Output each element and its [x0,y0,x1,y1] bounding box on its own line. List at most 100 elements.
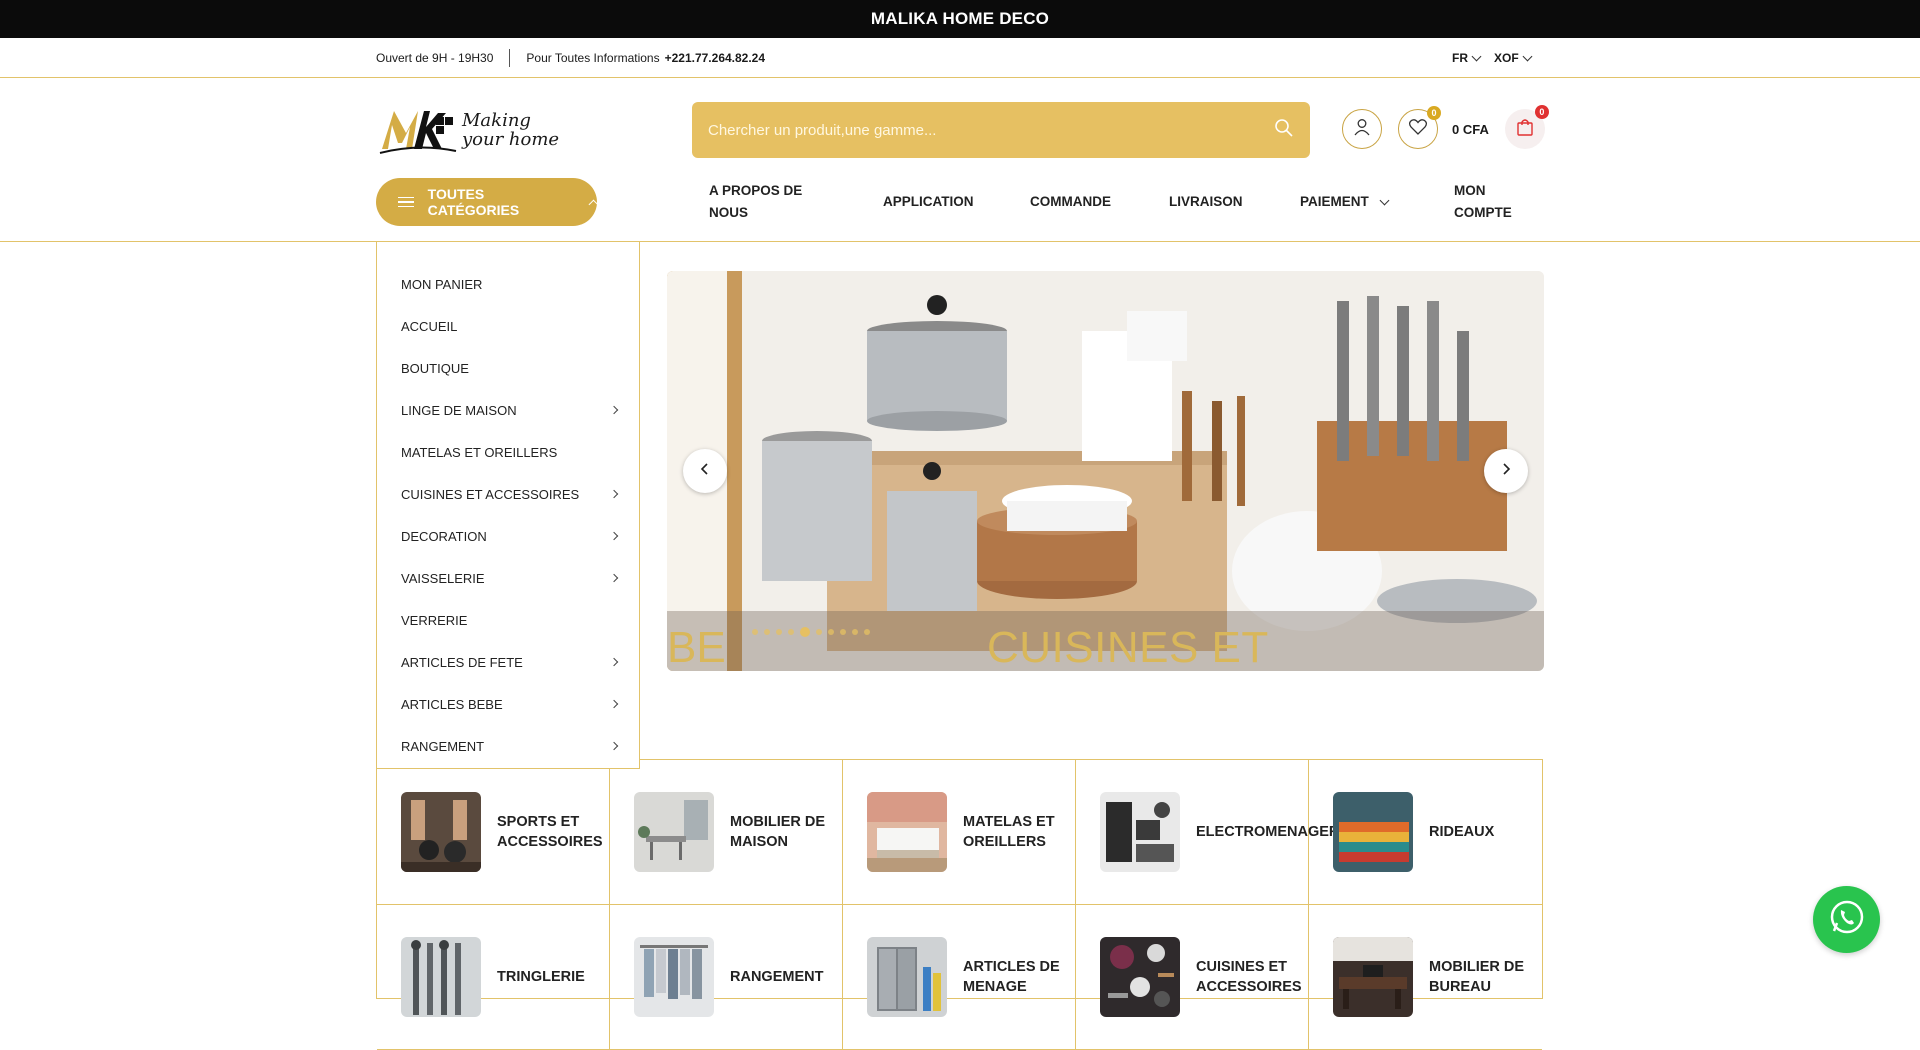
category-image [634,937,714,1017]
category-card[interactable]: TRINGLERIE [377,905,610,1050]
chevron-up-icon [588,199,599,209]
slider-dot[interactable] [776,629,782,635]
slider-prev-button[interactable] [683,449,727,493]
nav-payment-label: PAIEMENT [1300,194,1369,209]
chevron-right-icon [609,657,619,667]
hero-image [667,271,1544,671]
slide-caption-previous: BE [667,623,726,671]
announcement-text: MALIKA HOME DECO [870,9,1050,28]
category-menu-label: ACCUEIL [401,318,458,334]
category-menu: MON PANIER ACCUEIL BOUTIQUE LINGE DE MAISO… [376,242,640,769]
category-menu-item[interactable]: ARTICLES DE FETE [401,652,619,672]
nav-account[interactable]: MON COMPTE [1454,178,1524,226]
category-menu-item[interactable]: ARTICLES BEBE [401,694,619,714]
category-menu-label: MATELAS ET OREILLERS [401,444,558,460]
slider-dot[interactable] [764,629,770,635]
slide-caption: CUISINES ET ACCESSOIRES [987,623,1268,671]
category-menu-item[interactable]: CUISINES ET ACCESSOIRES [401,484,619,504]
hero-slider: BE CUISINES ET ACCESSOIRES [667,271,1544,671]
category-menu-item[interactable]: BOUTIQUE [401,358,617,378]
category-image [1100,937,1180,1017]
slider-dot[interactable] [788,629,794,635]
cart-button[interactable]: 0 [1504,105,1549,149]
category-menu-item[interactable]: MON PANIER [401,274,617,294]
category-menu-item[interactable]: DECORATION [401,526,619,546]
category-menu-item[interactable]: LINGE DE MAISON [401,400,619,420]
nav-delivery[interactable]: LIVRAISON [1169,178,1243,226]
nav-payment[interactable]: PAIEMENT [1300,178,1390,226]
slider-dot[interactable] [864,629,870,635]
chevron-right-icon [1499,462,1513,481]
slider-dot[interactable] [816,629,822,635]
whatsapp-button[interactable] [1813,886,1880,953]
slider-next-button[interactable] [1484,449,1528,493]
category-title: ARTICLES DE MENAGE [963,959,1060,995]
category-menu-item[interactable]: VERRERIE [401,610,617,630]
slider-dot[interactable] [828,629,834,635]
category-image [1333,792,1413,872]
search-icon[interactable] [1274,118,1294,143]
nav-application[interactable]: APPLICATION [883,178,974,226]
chevron-right-icon [609,573,619,583]
category-menu-label: LINGE DE MAISON [401,402,517,418]
category-image [401,792,481,872]
category-card[interactable]: ARTICLES DE MENAGE [843,905,1076,1050]
contact-label: Pour Toutes Informations [526,51,660,65]
category-menu-item[interactable]: MATELAS ET OREILLERS [401,442,617,462]
category-menu-label: ARTICLES DE FETE [401,654,523,670]
all-categories-button[interactable]: TOUTES CATÉGORIES [376,178,599,226]
wishlist-count: 0 [1427,106,1441,120]
category-grid: SPORTS ET ACCESSOIRES MOBILIER DE MAISON M… [376,759,1543,1050]
category-image [1333,937,1413,1017]
slider-dot[interactable] [752,629,758,635]
category-title: MOBILIER DE MAISON [730,814,826,850]
logo-line-1: Making [462,110,531,131]
language-value: FR [1452,51,1468,65]
chevron-right-icon [609,699,619,709]
category-menu-item[interactable]: ACCUEIL [401,316,617,336]
category-title: TRINGLERIE [497,969,585,985]
language-select[interactable]: FR [1452,51,1482,65]
logo-line-2: your home [462,129,560,150]
chevron-right-icon [609,531,619,541]
currency-select[interactable]: XOF [1494,51,1533,65]
divider [509,49,511,67]
nav-about[interactable]: A PROPOS DE NOUS [709,178,819,226]
search-input[interactable] [708,121,1274,139]
chevron-right-icon [609,741,619,751]
info-bar: Ouvert de 9H - 19H30 Pour Toutes Informa… [0,38,1920,78]
slider-dot[interactable] [840,629,846,635]
category-menu-label: VERRERIE [401,612,468,628]
category-card[interactable]: MATELAS ET OREILLERS [843,760,1076,905]
category-card[interactable]: MOBILIER DE BUREAU [1309,905,1542,1050]
category-title: CUISINES ET ACCESSOIRES [1196,959,1302,995]
chevron-down-icon [1522,51,1533,61]
cart-count: 0 [1534,105,1549,119]
category-menu-label: RANGEMENT [401,738,485,754]
nav-order[interactable]: COMMANDE [1030,178,1111,226]
logo[interactable]: Making your home [378,100,574,160]
category-card[interactable]: CUISINES ET ACCESSOIRES [1076,905,1309,1050]
category-card[interactable]: ELECTROMENAGER [1076,760,1339,905]
logo-mark [378,103,458,157]
cart-amount[interactable]: 0 CFA [1452,122,1489,137]
wishlist-button[interactable]: 0 [1398,106,1441,149]
category-card[interactable]: SPORTS ET ACCESSOIRES [377,760,610,905]
account-button[interactable] [1342,109,1382,149]
whatsapp-icon [1827,897,1867,942]
slider-dot[interactable] [852,629,858,635]
category-menu-item[interactable]: RANGEMENT [401,736,619,756]
category-card[interactable]: MOBILIER DE MAISON [610,760,843,905]
category-menu-item[interactable]: VAISSELERIE [401,568,619,588]
chevron-down-icon [1471,51,1482,61]
slider-dot[interactable] [800,627,810,637]
currency-value: XOF [1494,51,1519,65]
header-actions: 0 0 CFA 0 [1342,105,1549,150]
category-card[interactable]: RIDEAUX [1309,760,1542,905]
all-categories-label: TOUTES CATÉGORIES [427,186,520,218]
category-title: MATELAS ET OREILLERS [963,814,1055,850]
announcement-bar: MALIKA HOME DECO [0,0,1920,38]
phone-number[interactable]: +221.77.264.82.24 [665,51,765,65]
category-card[interactable]: RANGEMENT [610,905,843,1050]
category-title: MOBILIER DE BUREAU [1429,959,1525,995]
